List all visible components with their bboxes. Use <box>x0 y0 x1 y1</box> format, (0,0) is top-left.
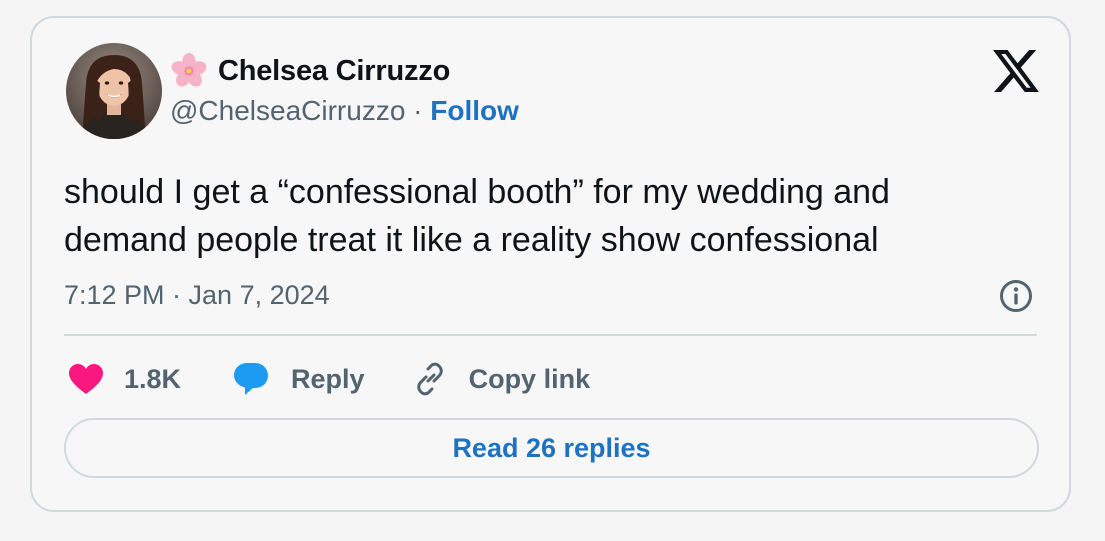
x-logo-icon[interactable] <box>993 50 1039 92</box>
cherry-blossom-icon <box>171 52 207 87</box>
follow-button[interactable]: Follow <box>430 95 519 126</box>
link-icon <box>416 362 443 396</box>
like-count: 1.8K <box>124 363 182 394</box>
heart-icon <box>69 364 103 394</box>
reply-label: Reply <box>291 363 365 394</box>
author-handle-row: @ChelseaCirruzzo · Follow <box>170 95 519 127</box>
tweet-text: should I get a “confessional booth” for … <box>64 168 1054 264</box>
tweet-text-line: demand people treat it like a reality sh… <box>64 221 879 259</box>
reply-bubble-icon <box>234 363 269 395</box>
info-icon[interactable] <box>998 278 1034 314</box>
reply-button[interactable]: Reply <box>233 362 365 396</box>
tweet-text-line: should I get a “confessional booth” for … <box>64 173 890 211</box>
avatar[interactable] <box>66 43 162 139</box>
copy-link-button[interactable]: Copy link <box>413 362 591 396</box>
tweet-timestamp[interactable]: 7:12 PM · Jan 7, 2024 <box>64 280 330 311</box>
author-name-row: Chelsea Cirruzzo <box>170 51 450 91</box>
divider <box>64 334 1037 336</box>
tweet-card: Chelsea Cirruzzo @ChelseaCirruzzo · Foll… <box>30 16 1071 512</box>
author-handle[interactable]: @ChelseaCirruzzo <box>170 95 405 126</box>
author-name[interactable]: Chelsea Cirruzzo <box>218 55 450 88</box>
copy-link-label: Copy link <box>468 363 591 394</box>
action-bar: 1.8K Reply Copy link <box>68 358 590 400</box>
handle-separator: · <box>413 95 431 126</box>
read-replies-button[interactable]: Read 26 replies <box>64 418 1039 478</box>
like-button[interactable]: 1.8K <box>68 363 181 395</box>
